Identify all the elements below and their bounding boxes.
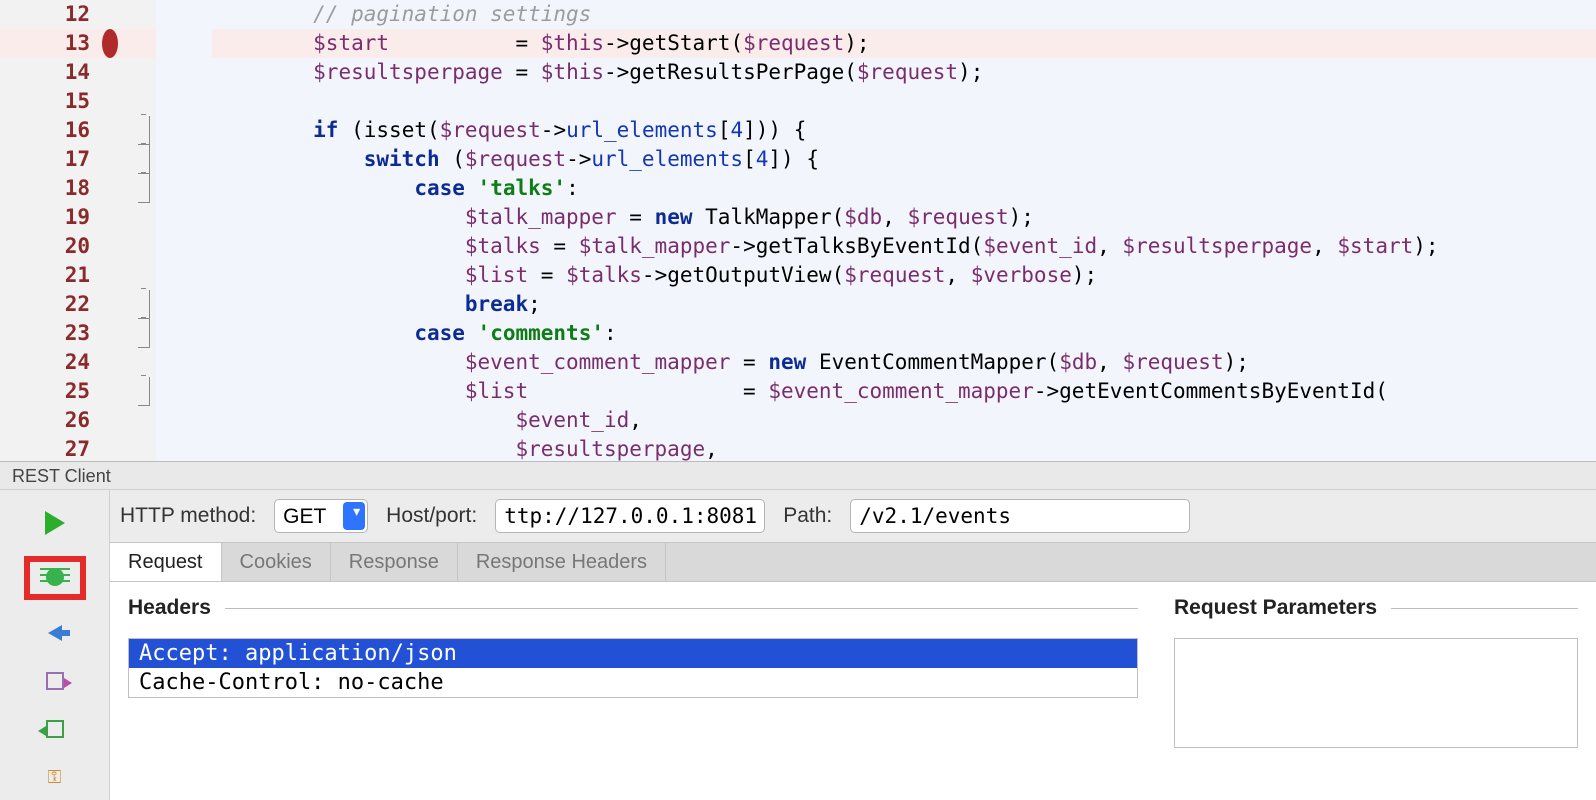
http-method-select[interactable]: GET bbox=[274, 499, 368, 533]
request-config-row: HTTP method: GET Host/port: Path: bbox=[110, 490, 1596, 542]
line-number[interactable]: 25 bbox=[0, 377, 100, 406]
gutter-mark[interactable] bbox=[100, 406, 156, 435]
gutter-mark[interactable] bbox=[100, 29, 156, 58]
line-number[interactable]: 27 bbox=[0, 435, 100, 462]
export-icon bbox=[46, 672, 64, 690]
line-number[interactable]: 18 bbox=[0, 174, 100, 203]
gutter-mark[interactable] bbox=[100, 203, 156, 232]
line-number[interactable]: 17 bbox=[0, 145, 100, 174]
line-number[interactable]: 13 bbox=[0, 29, 100, 58]
headers-list[interactable]: Accept: application/jsonCache-Control: n… bbox=[128, 638, 1138, 698]
header-row[interactable]: Accept: application/json bbox=[129, 639, 1137, 668]
tab-cookies[interactable]: Cookies bbox=[222, 543, 331, 581]
tab-response[interactable]: Response bbox=[331, 543, 458, 581]
code-line[interactable]: $list = $event_comment_mapper->getEventC… bbox=[212, 377, 1596, 406]
gutter-mark[interactable] bbox=[100, 116, 156, 145]
rest-sidebar: ⚿ bbox=[0, 490, 110, 800]
gutter-mark[interactable] bbox=[100, 290, 156, 319]
path-input[interactable] bbox=[850, 499, 1190, 533]
code-line[interactable]: $start = $this->getStart($request); bbox=[212, 29, 1596, 58]
gutter-mark[interactable] bbox=[100, 435, 156, 462]
rest-tabs: RequestCookiesResponseResponse Headers bbox=[110, 542, 1596, 582]
method-label: HTTP method: bbox=[120, 504, 256, 528]
gutter-mark[interactable] bbox=[100, 261, 156, 290]
code-line[interactable]: case 'talks': bbox=[212, 174, 1596, 203]
host-input[interactable] bbox=[495, 499, 765, 533]
code-line[interactable]: $talk_mapper = new TalkMapper($db, $requ… bbox=[212, 203, 1596, 232]
import-button[interactable] bbox=[40, 714, 70, 744]
line-number[interactable]: 14 bbox=[0, 58, 100, 87]
code-line[interactable]: break; bbox=[212, 290, 1596, 319]
gutter-mark[interactable] bbox=[100, 232, 156, 261]
line-number[interactable]: 21 bbox=[0, 261, 100, 290]
code-line[interactable]: $resultsperpage, bbox=[212, 435, 1596, 462]
header-row[interactable]: Cache-Control: no-cache bbox=[129, 668, 1137, 697]
code-line[interactable] bbox=[212, 87, 1596, 116]
rest-client-title: REST Client bbox=[0, 462, 1596, 490]
rest-client-panel: REST Client ⚿ HTTP method: GET Host/port… bbox=[0, 462, 1596, 800]
gutter-mark[interactable] bbox=[100, 145, 156, 174]
fold-icon[interactable] bbox=[138, 377, 150, 406]
path-label: Path: bbox=[783, 504, 832, 528]
fold-icon[interactable] bbox=[138, 174, 150, 203]
back-button[interactable] bbox=[40, 618, 70, 648]
gutter-mark[interactable] bbox=[100, 174, 156, 203]
code-line[interactable]: $talks = $talk_mapper->getTalksByEventId… bbox=[212, 232, 1596, 261]
line-number[interactable]: 19 bbox=[0, 203, 100, 232]
code-line[interactable]: if (isset($request->url_elements[4])) { bbox=[212, 116, 1596, 145]
code-line[interactable]: $resultsperpage = $this->getResultsPerPa… bbox=[212, 58, 1596, 87]
fold-icon[interactable] bbox=[138, 319, 150, 348]
fold-icon[interactable] bbox=[138, 116, 150, 145]
line-number[interactable]: 20 bbox=[0, 232, 100, 261]
line-number[interactable]: 26 bbox=[0, 406, 100, 435]
fold-icon[interactable] bbox=[138, 145, 150, 174]
run-button[interactable] bbox=[40, 508, 70, 538]
tab-response-headers[interactable]: Response Headers bbox=[458, 543, 666, 581]
tab-request[interactable]: Request bbox=[110, 543, 222, 581]
line-number[interactable]: 16 bbox=[0, 116, 100, 145]
bug-icon bbox=[40, 566, 70, 590]
code-line[interactable]: case 'comments': bbox=[212, 319, 1596, 348]
gutter-mark[interactable] bbox=[100, 58, 156, 87]
debug-button[interactable] bbox=[24, 556, 86, 600]
fold-icon[interactable] bbox=[138, 290, 150, 319]
code-editor[interactable]: 12131415161718192021222324252627 // pagi… bbox=[0, 0, 1596, 462]
code-body[interactable]: // pagination settings $start = $this->g… bbox=[156, 0, 1596, 461]
line-number[interactable]: 24 bbox=[0, 348, 100, 377]
gutter-mark[interactable] bbox=[100, 348, 156, 377]
gutter-mark[interactable] bbox=[100, 319, 156, 348]
import-icon bbox=[46, 720, 64, 738]
line-number[interactable]: 22 bbox=[0, 290, 100, 319]
params-title: Request Parameters bbox=[1174, 596, 1578, 620]
host-label: Host/port: bbox=[386, 504, 477, 528]
code-line[interactable]: $event_id, bbox=[212, 406, 1596, 435]
auth-button[interactable]: ⚿ bbox=[40, 762, 70, 792]
line-number[interactable]: 15 bbox=[0, 87, 100, 116]
code-line[interactable]: $event_comment_mapper = new EventComment… bbox=[212, 348, 1596, 377]
keys-icon: ⚿ bbox=[48, 767, 62, 788]
export-button[interactable] bbox=[40, 666, 70, 696]
line-number[interactable]: 12 bbox=[0, 0, 100, 29]
headers-title: Headers bbox=[128, 596, 1138, 620]
editor-gutter[interactable]: 12131415161718192021222324252627 bbox=[0, 0, 156, 461]
gutter-mark[interactable] bbox=[100, 87, 156, 116]
play-icon bbox=[45, 511, 65, 535]
code-line[interactable]: $list = $talks->getOutputView($request, … bbox=[212, 261, 1596, 290]
code-line[interactable]: switch ($request->url_elements[4]) { bbox=[212, 145, 1596, 174]
line-number[interactable]: 23 bbox=[0, 319, 100, 348]
code-line[interactable]: // pagination settings bbox=[212, 0, 1596, 29]
params-list[interactable] bbox=[1174, 638, 1578, 748]
breakpoint-icon[interactable] bbox=[102, 29, 118, 58]
gutter-mark[interactable] bbox=[100, 0, 156, 29]
arrow-left-icon bbox=[48, 625, 62, 641]
gutter-mark[interactable] bbox=[100, 377, 156, 406]
